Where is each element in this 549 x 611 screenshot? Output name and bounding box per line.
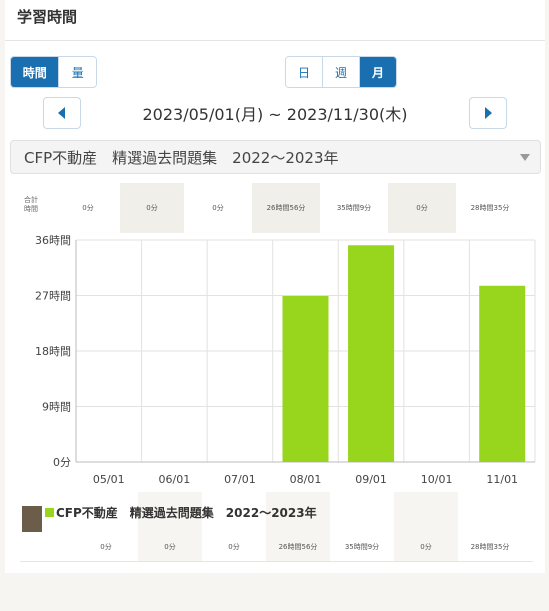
next-period-button[interactable] bbox=[469, 97, 507, 129]
total-cell: 0分 bbox=[120, 183, 184, 233]
x-tick-label: 07/01 bbox=[224, 473, 256, 486]
mode-amount-button[interactable]: 量 bbox=[58, 57, 96, 87]
x-tick-label: 11/01 bbox=[486, 473, 518, 486]
series-total-cell: 35時間9分 bbox=[344, 543, 380, 551]
series-breakdown-row: 0分 0分 0分 26時間56分 35時間9分 0分 28時間35分 bbox=[5, 492, 545, 561]
totals-label-line-2: 時間 bbox=[24, 205, 38, 213]
y-tick-label: 0分 bbox=[53, 456, 71, 469]
totals-label-line-1: 合計 bbox=[24, 196, 38, 204]
x-tick-label: 09/01 bbox=[355, 473, 387, 486]
book-cover-icon bbox=[22, 506, 42, 532]
study-time-chart: 36時間 27時間 18時間 9時間 0分 05/01 06/01 07/01 08/01 09/… bbox=[35, 234, 536, 486]
series-total-cell: 0分 bbox=[228, 543, 240, 551]
x-tick-label: 06/01 bbox=[159, 473, 191, 486]
total-cell: 0分 bbox=[212, 204, 224, 212]
total-cell: 35時間9分 bbox=[336, 204, 372, 212]
y-tick-label: 9時間 bbox=[42, 401, 71, 414]
legend-swatch bbox=[45, 508, 54, 517]
total-cell: 0分 bbox=[82, 204, 94, 212]
series-total-cell: 0分 bbox=[394, 492, 458, 561]
material-select-value: CFP不動産 精選過去問題集 2022〜2023年 bbox=[24, 149, 339, 167]
period-month-button[interactable]: 月 bbox=[359, 57, 396, 87]
series-total-cell: 0分 bbox=[138, 492, 202, 561]
mode-toggle: 時間 量 bbox=[10, 56, 97, 88]
legend-label: CFP不動産 精選過去問題集 2022〜2023年 bbox=[56, 506, 317, 520]
total-cell: 28時間35分 bbox=[470, 204, 510, 212]
prev-period-button[interactable] bbox=[43, 97, 81, 129]
breakdown-divider bbox=[20, 561, 533, 562]
series-total-cell: 28時間35分 bbox=[470, 543, 510, 551]
bar bbox=[348, 245, 395, 462]
y-tick-label: 27時間 bbox=[35, 290, 71, 303]
mode-time-button[interactable]: 時間 bbox=[11, 57, 59, 87]
title-divider bbox=[5, 40, 545, 41]
totals-row: 合計 時間 0分 0分 0分 26時間56分 35時間9分 0分 28時間35分 bbox=[5, 183, 545, 233]
date-range: 2023/05/01(月) ~ 2023/11/30(木) bbox=[142, 105, 408, 124]
y-tick-label: 18時間 bbox=[35, 345, 71, 358]
series-total-cell: 26時間56分 bbox=[266, 492, 330, 561]
x-tick-label: 05/01 bbox=[93, 473, 125, 486]
total-cell: 26時間56分 bbox=[252, 183, 320, 233]
period-toggle: 日 週 月 bbox=[285, 56, 397, 88]
material-select[interactable]: CFP不動産 精選過去問題集 2022〜2023年 bbox=[10, 140, 541, 174]
bar bbox=[479, 285, 526, 462]
chevron-right-icon bbox=[485, 107, 492, 119]
x-tick-label: 10/01 bbox=[421, 473, 453, 486]
bar bbox=[282, 295, 329, 462]
period-week-button[interactable]: 週 bbox=[322, 57, 359, 87]
period-day-button[interactable]: 日 bbox=[286, 57, 322, 87]
y-tick-label: 36時間 bbox=[35, 234, 71, 247]
x-tick-label: 08/01 bbox=[290, 473, 322, 486]
total-cell: 0分 bbox=[388, 183, 456, 233]
study-time-card: 学習時間 時間 量 日 週 月 2023/05/01(月) ~ 2023/11/… bbox=[5, 0, 545, 573]
page-title: 学習時間 bbox=[17, 8, 78, 26]
chevron-down-icon bbox=[520, 154, 530, 161]
series-total-cell: 0分 bbox=[100, 543, 112, 551]
chevron-left-icon bbox=[58, 107, 65, 119]
totals-label: 合計 時間 bbox=[24, 196, 38, 214]
